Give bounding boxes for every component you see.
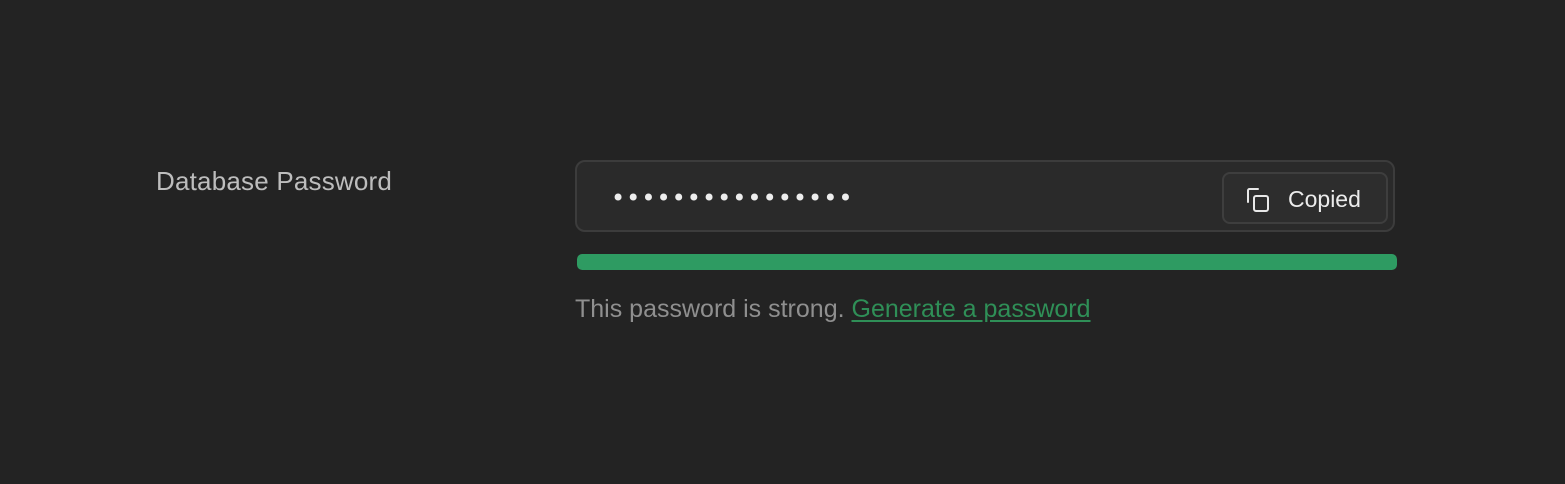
database-password-label: Database Password (156, 166, 393, 196)
copy-button-label: Copied (1288, 186, 1361, 212)
strength-message: This password is strong. (575, 295, 845, 323)
password-value[interactable]: •••••••••••••••• (611, 162, 1211, 234)
generate-password-link[interactable]: Generate a password (852, 295, 1091, 323)
copy-button[interactable]: Copied (1222, 172, 1388, 224)
password-settings-panel: Database Password •••••••••••••••• Copie… (0, 0, 1565, 484)
password-strength-bar (577, 254, 1397, 270)
password-strength-fill (577, 254, 1397, 270)
password-help-text: This password is strong. Generate a pass… (575, 292, 1091, 326)
copy-icon (1247, 188, 1269, 212)
password-field[interactable]: •••••••••••••••• Copied (575, 160, 1395, 232)
